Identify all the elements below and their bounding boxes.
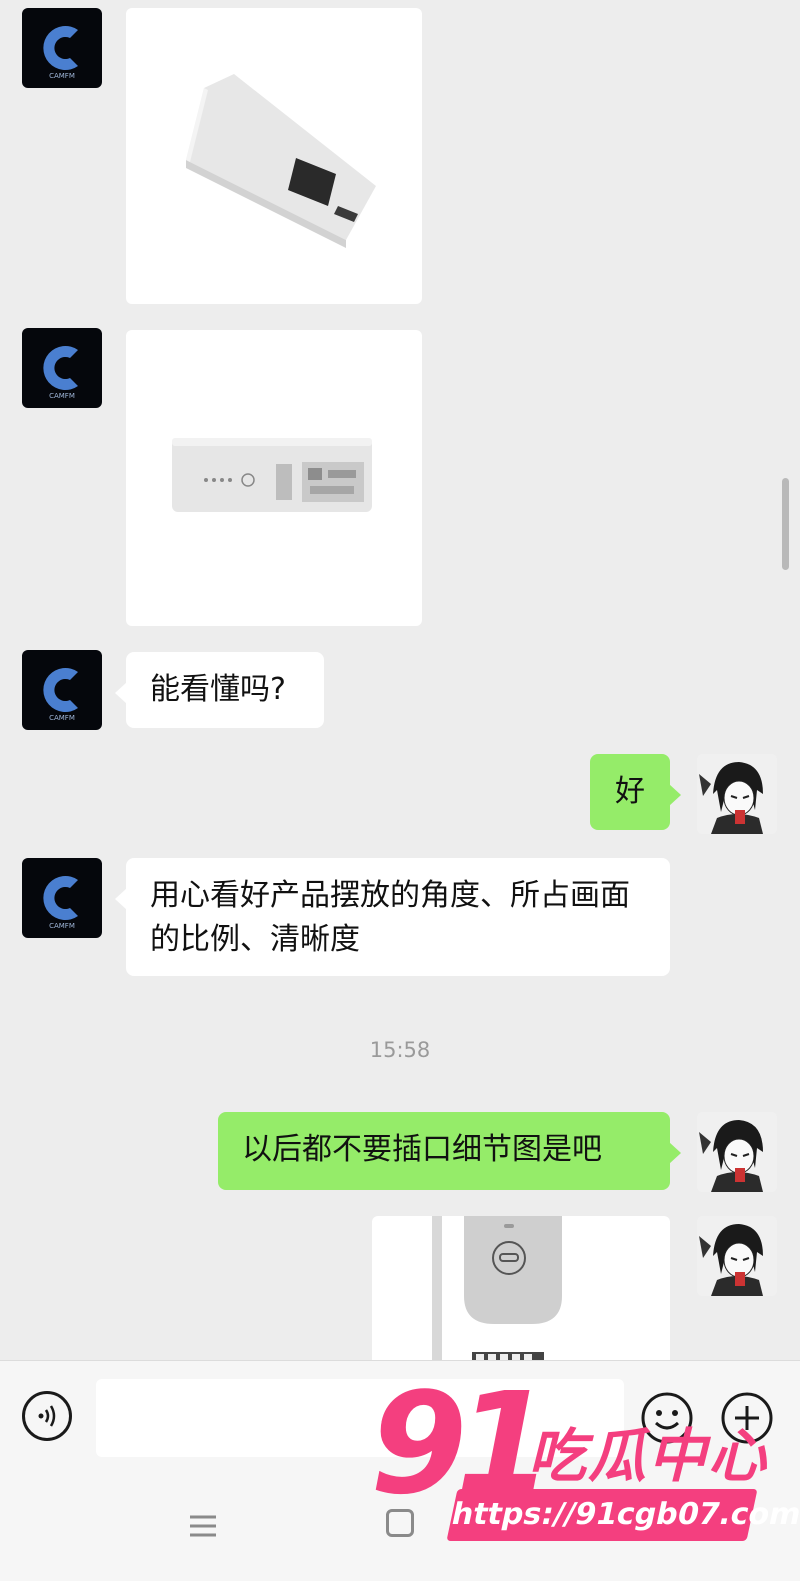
user-avatar[interactable] (697, 754, 777, 834)
nav-home-icon[interactable] (386, 1509, 414, 1537)
svg-text:CAMFM: CAMFM (49, 72, 75, 80)
product-image-3[interactable] (372, 1216, 670, 1372)
camfm-logo-icon: CAMFM (43, 26, 78, 80)
svg-text:CAMFM: CAMFM (49, 392, 75, 400)
message-bubble-received[interactable]: 能看懂吗? (115, 652, 324, 728)
contact-avatar[interactable]: CAMFM (22, 858, 102, 938)
scrollbar[interactable] (782, 478, 789, 570)
message-text: 用心看好产品摆放的角度、所占画面的比例、清晰度 (150, 878, 630, 957)
message-text: 能看懂吗? (150, 672, 286, 707)
message-input[interactable] (96, 1379, 624, 1457)
message-timestamp: 15:58 (369, 1038, 431, 1062)
camfm-logo-icon: CAMFM (43, 346, 78, 400)
contact-avatar[interactable]: CAMFM (22, 650, 102, 730)
anime-avatar-icon (697, 1112, 777, 1192)
nav-menu-icon (190, 1515, 216, 1537)
user-avatar[interactable] (697, 1216, 777, 1296)
message-bubble-received[interactable]: 用心看好产品摆放的角度、所占画面的比例、清晰度 (115, 858, 670, 976)
anime-avatar-icon (697, 754, 777, 834)
svg-text:CAMFM: CAMFM (49, 714, 75, 722)
device-photo-icon (432, 1216, 562, 1372)
anime-avatar-icon (697, 1216, 777, 1296)
message-bubble-sent[interactable]: 好 (590, 754, 681, 830)
more-button[interactable] (720, 1391, 774, 1445)
user-avatar[interactable] (697, 1112, 777, 1192)
contact-avatar[interactable]: CAMFM (22, 328, 102, 408)
voice-button[interactable] (22, 1391, 72, 1441)
message-bubble-sent[interactable]: 以后都不要插口细节图是吧 (218, 1112, 681, 1190)
nav-menu-button[interactable] (188, 1511, 218, 1541)
svg-text:CAMFM: CAMFM (49, 922, 75, 930)
product-image-1[interactable] (126, 8, 422, 304)
camfm-logo-icon: CAMFM (43, 876, 78, 930)
input-bar (0, 1360, 800, 1581)
contact-avatar[interactable]: CAMFM (22, 8, 102, 88)
device-photo-icon (186, 74, 376, 248)
plus-icon (721, 1392, 773, 1444)
product-image-2[interactable] (126, 330, 422, 626)
emoji-button[interactable] (640, 1391, 694, 1445)
emoji-icon (641, 1392, 693, 1444)
message-text: 以后都不要插口细节图是吧 (242, 1132, 602, 1167)
device-photo-icon (172, 438, 372, 512)
camfm-logo-icon: CAMFM (43, 668, 78, 722)
message-text: 好 (615, 774, 645, 809)
voice-icon (38, 1405, 56, 1427)
chat-area[interactable]: CAMFM CAMFM CAMFM 能看懂吗? 好 CAMFM 用心看好产品摆放… (0, 0, 800, 1372)
